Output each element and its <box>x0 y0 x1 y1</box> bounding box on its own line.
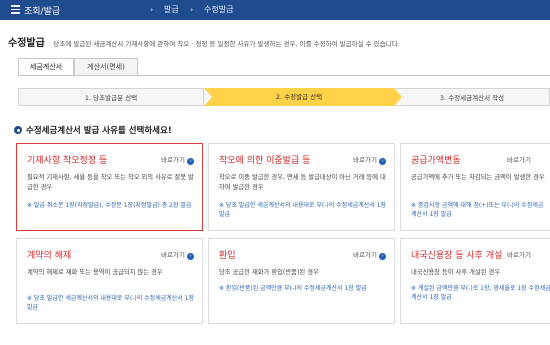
bullet-icon <box>14 126 22 134</box>
card-title: 내국신용장 등 사후 개설 <box>411 251 503 261</box>
section-heading: 수정세금계산서 발급 사유를 선택하세요! <box>14 124 172 136</box>
tab-divider <box>18 75 550 76</box>
breadcrumb-item[interactable]: 수정발급 <box>204 4 233 15</box>
card-description: 내국신용장 등이 사후 개설된 경우 <box>411 269 501 276</box>
card-note: ※ 당초 발급한 세금계산서의 내용대로 부(-)의 수정세금계산서 1장 발급 <box>27 295 195 311</box>
card-description: 당초 공급한 재화가 환입(반품)된 경우 <box>219 269 319 276</box>
step-2-current: 2. 수정발급 선택 <box>204 88 394 106</box>
breadcrumb-root[interactable]: 조회/발급 <box>24 4 60 17</box>
page-header: 수정발급 당초에 발급된 세금계산서 기재사항에 관하여 착오 · 정정 등 일… <box>8 34 548 49</box>
reason-card-local-lc[interactable]: 내국신용장 등 사후 개설 바로가기 내국신용장 등이 사후 개설된 경우 ※ … <box>400 238 550 324</box>
card-note: ※ 당초 발급한 세금계산서의 내용대로 부(-)의 수정세금계산서 1장 발급 <box>219 202 387 218</box>
shortcut-link[interactable]: 바로가기 › <box>353 249 386 260</box>
card-description: 필요적 기재사항, 세율 등을 착오 또는 착오 외의 사유로 잘못 발급한 경… <box>27 174 194 191</box>
menu-icon[interactable] <box>11 5 20 14</box>
arrow-right-icon: › <box>379 253 386 260</box>
tab-invoice-exempt[interactable]: 계산서(면세) <box>74 58 138 75</box>
step-arrow <box>204 88 212 106</box>
step-1: 1. 당초발급분 선택 <box>18 88 204 106</box>
card-title: 환입 <box>219 251 236 261</box>
reason-card-amount-change[interactable]: 공급가액변동 바로가기 공급가액에 추가 또는 차감되는 금액이 발생한 경우 … <box>400 143 550 231</box>
shortcut-link[interactable]: 바로가기 › <box>161 249 194 260</box>
reason-card-duplicate[interactable]: 착오에 의한 이중발급 등 바로가기 › 착오로 이중 발급한 경우, 면세 등 … <box>208 143 395 231</box>
card-title: 공급가액변동 <box>411 156 461 166</box>
card-title: 착오에 의한 이중발급 등 <box>219 156 311 166</box>
step-arrow <box>394 88 402 106</box>
shortcut-link[interactable]: 바로가기 › <box>353 154 386 165</box>
card-note: ※ 발급 취소분 1장(지정발급), 수정분 1장(지정발급) 총 2장 발급 <box>27 202 192 209</box>
step-3: 3. 수정세금계산서 작성 <box>394 88 550 106</box>
arrow-right-icon: › <box>187 253 194 260</box>
reason-card-correction[interactable]: 기재사항 착오정정 등 바로가기 › 필요적 기재사항, 세율 등을 착오 또는 … <box>16 143 203 231</box>
card-title: 기재사항 착오정정 등 <box>27 156 108 166</box>
reason-card-return[interactable]: 환입 바로가기 › 당초 공급한 재화가 환입(반품)된 경우 ※ 환입(반품)된… <box>208 238 395 324</box>
arrow-right-icon: › <box>379 158 386 165</box>
shortcut-link[interactable]: 바로가기 › <box>161 154 194 165</box>
card-note: ※ 증감사항 금액에 대해 정(+)또는 부(-)의 수정세금계산서 1장 발급 <box>411 202 544 218</box>
card-description: 계약의 해제로 재화 또는 용역이 공급되지 않는 경우 <box>27 269 163 276</box>
card-title: 계약의 해제 <box>27 251 72 261</box>
breadcrumb-item[interactable]: 발급 <box>164 4 179 15</box>
page-description: 당초에 발급된 세금계산서 기재사항에 관하여 착오 · 정정 등 일정한 사유… <box>53 40 400 48</box>
tab-tax-invoice[interactable]: 세금계산서 <box>18 58 74 76</box>
reason-card-cancellation[interactable]: 계약의 해제 바로가기 › 계약의 해제로 재화 또는 용역이 공급되지 않는 경… <box>16 238 203 324</box>
page-title: 수정발급 <box>8 38 45 49</box>
shortcut-link[interactable]: 바로가기 <box>507 249 531 259</box>
card-note: ※ 계설된 금액만큼 부(-)로 1장, 영세율로 1장 수정세금계산서 1장 … <box>411 285 550 301</box>
arrow-right-icon: › <box>187 158 194 165</box>
section-title: 수정세금계산서 발급 사유를 선택하세요! <box>26 126 172 136</box>
top-nav-bar: 조회/발급 › 발급 › 수정발급 <box>0 0 550 20</box>
shortcut-link[interactable]: 바로가기 <box>507 154 531 164</box>
card-description: 착오로 이중 발급한 경우, 면세 등 발급대상이 아닌 거래 등에 대하여 발… <box>219 174 386 191</box>
card-note: ※ 환입(반품)된 금액만큼 부(-)의 수정세금계산서 1장 발급 <box>219 285 367 292</box>
chevron-right-icon: › <box>150 5 154 14</box>
chevron-right-icon: › <box>190 5 194 14</box>
step-progress: 1. 당초발급분 선택 2. 수정발급 선택 3. 수정세금계산서 작성 <box>18 88 550 106</box>
card-description: 공급가액에 추가 또는 차감되는 금액이 발생한 경우 <box>411 174 545 181</box>
